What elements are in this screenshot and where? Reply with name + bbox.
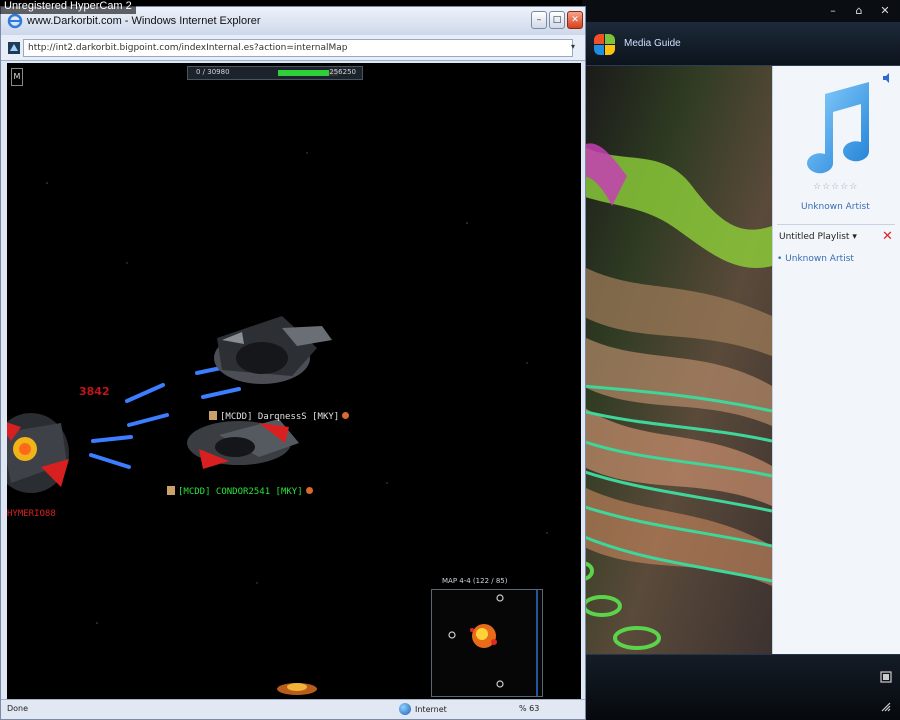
switch-mode-icon[interactable] <box>880 671 892 683</box>
media-player-controls-bar <box>582 654 900 720</box>
damage-number: 3842 <box>79 385 110 398</box>
status-bar: 0 / 30980 256250 <box>187 66 363 80</box>
cargo-readout: 0 / 30980 <box>196 68 230 76</box>
screen: Unregistered HyperCam 2 – ⌂ ✕ Media Guid… <box>0 0 900 720</box>
minimap-label: MAP 4-4 (122 / 85) <box>442 577 508 585</box>
player-name-text: [MCDD] DarqnessS [MKY] <box>220 412 340 422</box>
star-field <box>46 152 548 624</box>
media-player-window: – ⌂ ✕ Media Guide ☆☆☆☆☆ Unknown Artist U… <box>582 0 900 720</box>
player-name-tag[interactable]: [MCDD] DarqnessS [MKY] <box>209 411 350 422</box>
wmp-minimize-button[interactable]: – <box>826 4 840 18</box>
health-bar-fill <box>278 70 329 76</box>
recorder-banner: Unregistered HyperCam 2 <box>0 0 136 14</box>
rank-icon <box>209 411 217 420</box>
credits-readout: 256250 <box>329 68 356 76</box>
wmp-close-button[interactable]: ✕ <box>878 4 892 18</box>
zone-label: Internet <box>415 704 447 714</box>
music-note-icon <box>807 82 869 174</box>
media-player-controls: – ⌂ ✕ <box>826 4 892 18</box>
rank-icon <box>167 486 175 495</box>
spaceship-icon <box>7 413 69 493</box>
media-guide-tab[interactable]: Media Guide <box>624 38 681 49</box>
resize-grip-icon[interactable] <box>880 701 892 713</box>
media-player-header: Media Guide <box>582 22 900 66</box>
game-menu-icon[interactable]: M <box>11 68 23 86</box>
player-name-text: [MCDD] CONDOR2541 [MKY] <box>178 487 303 497</box>
artist-label: Unknown Artist <box>801 202 870 212</box>
game-viewport[interactable]: M 0 / 30980 256250 3842 [MCDD] DarqnessS… <box>7 63 581 699</box>
playlist-item[interactable]: • Unknown Artist <box>777 254 854 264</box>
bullet-icon: • <box>777 254 786 264</box>
chevron-down-icon[interactable]: ▾ <box>571 43 579 51</box>
windows-logo-icon <box>594 34 616 56</box>
rating-stars[interactable]: ☆☆☆☆☆ <box>813 182 858 192</box>
speaker-icon[interactable] <box>882 72 894 84</box>
minimap[interactable]: MAP 4-4 (122 / 85) <box>431 577 543 697</box>
minimap-graphic <box>432 590 542 696</box>
browser-window: www.Darkorbit.com - Windows Internet Exp… <box>0 6 586 720</box>
window-title: www.Darkorbit.com - Windows Internet Exp… <box>27 15 261 27</box>
clan-icon <box>305 487 313 494</box>
divider <box>777 224 895 225</box>
close-button[interactable]: ✕ <box>567 11 583 29</box>
playlist-header[interactable]: Untitled Playlist ▾ <box>779 232 897 246</box>
explosion-icon <box>277 683 317 695</box>
visualization <box>582 66 772 654</box>
zoom-control[interactable]: % 63 <box>519 704 539 713</box>
spaceship-icon <box>214 316 332 384</box>
enemy-name-tag[interactable]: HYMERIO88 <box>7 509 56 519</box>
spaceship-icon <box>187 419 299 469</box>
media-player-list-pane: ☆☆☆☆☆ Unknown Artist Untitled Playlist ▾… <box>772 66 900 654</box>
player-name-tag[interactable]: [MCDD] CONDOR2541 [MKY] <box>167 486 313 497</box>
clear-list-icon[interactable]: ✕ <box>882 230 894 244</box>
maximize-button[interactable]: □ <box>549 11 565 29</box>
playlist-title: Untitled Playlist <box>779 232 850 242</box>
address-bar: http://int2.darkorbit.bigpoint.com/index… <box>1 35 585 61</box>
internet-explorer-icon <box>7 13 23 29</box>
visualization-graphic <box>582 66 772 654</box>
globe-icon <box>399 703 411 715</box>
status-text: Done <box>7 704 29 713</box>
clan-icon <box>342 412 350 419</box>
playlist-item-label: Unknown Artist <box>785 254 854 264</box>
chevron-down-icon: ▾ <box>852 232 857 242</box>
browser-status-bar: Done Internet % 63 <box>1 699 585 719</box>
url-field[interactable]: http://int2.darkorbit.bigpoint.com/index… <box>23 39 573 57</box>
page-icon <box>8 42 20 54</box>
enemy-name-text: HYMERIO88 <box>7 509 56 519</box>
minimize-button[interactable]: – <box>531 11 547 29</box>
wmp-restore-button[interactable]: ⌂ <box>852 4 866 18</box>
security-zone[interactable]: Internet <box>399 703 447 715</box>
